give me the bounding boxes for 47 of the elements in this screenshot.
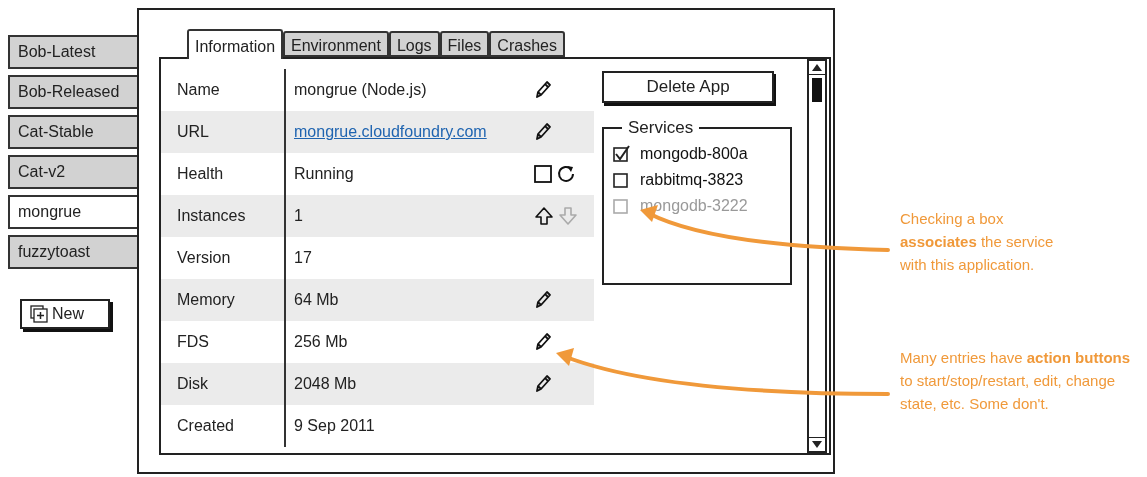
up-arrow-icon[interactable] [534,206,554,226]
new-button[interactable]: New [20,299,110,329]
sidebar-item[interactable]: mongrue [8,195,137,229]
field-value: 64 Mb [294,290,339,310]
tab[interactable]: Crashes [489,31,565,57]
field-label: Created [161,405,286,447]
service-checkbox[interactable]: mongodb-800a [612,140,782,167]
scroll-thumb[interactable] [812,78,822,102]
sidebar-item[interactable]: Cat-Stable [8,115,137,149]
tab[interactable]: Files [439,31,490,57]
tab[interactable]: Logs [388,31,440,57]
field-value: mongrue (Node.js) [294,80,427,100]
refresh-icon[interactable] [556,164,576,184]
field-value: 9 Sep 2011 [294,416,375,436]
checked-box-icon[interactable] [612,144,630,163]
pencil-icon[interactable] [534,122,552,142]
sidebar-item[interactable]: fuzzytoast [8,235,137,269]
scroll-up-icon[interactable] [812,64,822,71]
annotation-note: Many entries have action buttons to start/stop/restart, edit, change state, etc. Some don't. [900,348,1132,414]
pencil-icon[interactable] [534,290,552,310]
tab[interactable]: Information [187,29,284,59]
annotation-note: Checking a box associates the service with this application. [900,209,1055,275]
scroll-down-icon[interactable] [812,441,822,448]
scrollbar[interactable] [807,59,827,453]
field-value: 2048 Mb [294,374,357,394]
url-link[interactable]: mongrue.cloudfoundry.com [294,120,487,144]
sidebar-item[interactable]: Bob-Released [8,75,137,109]
field-label: Disk [161,363,286,405]
field-value: 17 [294,248,312,268]
field-value: Running [294,164,354,184]
field-value: 256 Mb [294,332,348,352]
checkbox-icon[interactable] [612,170,630,189]
tab[interactable]: Environment [283,31,389,57]
service-checkbox[interactable]: rabbitmq-3823 [612,166,782,193]
delete-app-button[interactable]: Delete App [602,71,774,103]
pencil-icon[interactable] [534,374,552,394]
field-label: URL [161,111,286,153]
sidebar-item[interactable]: Bob-Latest [8,35,137,69]
pencil-icon[interactable] [534,80,552,100]
field-label: Memory [161,279,286,321]
add-icon [30,305,48,323]
field-label: Instances [161,195,286,237]
pencil-icon[interactable] [534,332,552,352]
stop-icon[interactable] [534,165,552,183]
sidebar-item[interactable]: Cat-v2 [8,155,137,189]
services-title: Services [627,117,695,139]
field-value: 1 [294,206,303,226]
